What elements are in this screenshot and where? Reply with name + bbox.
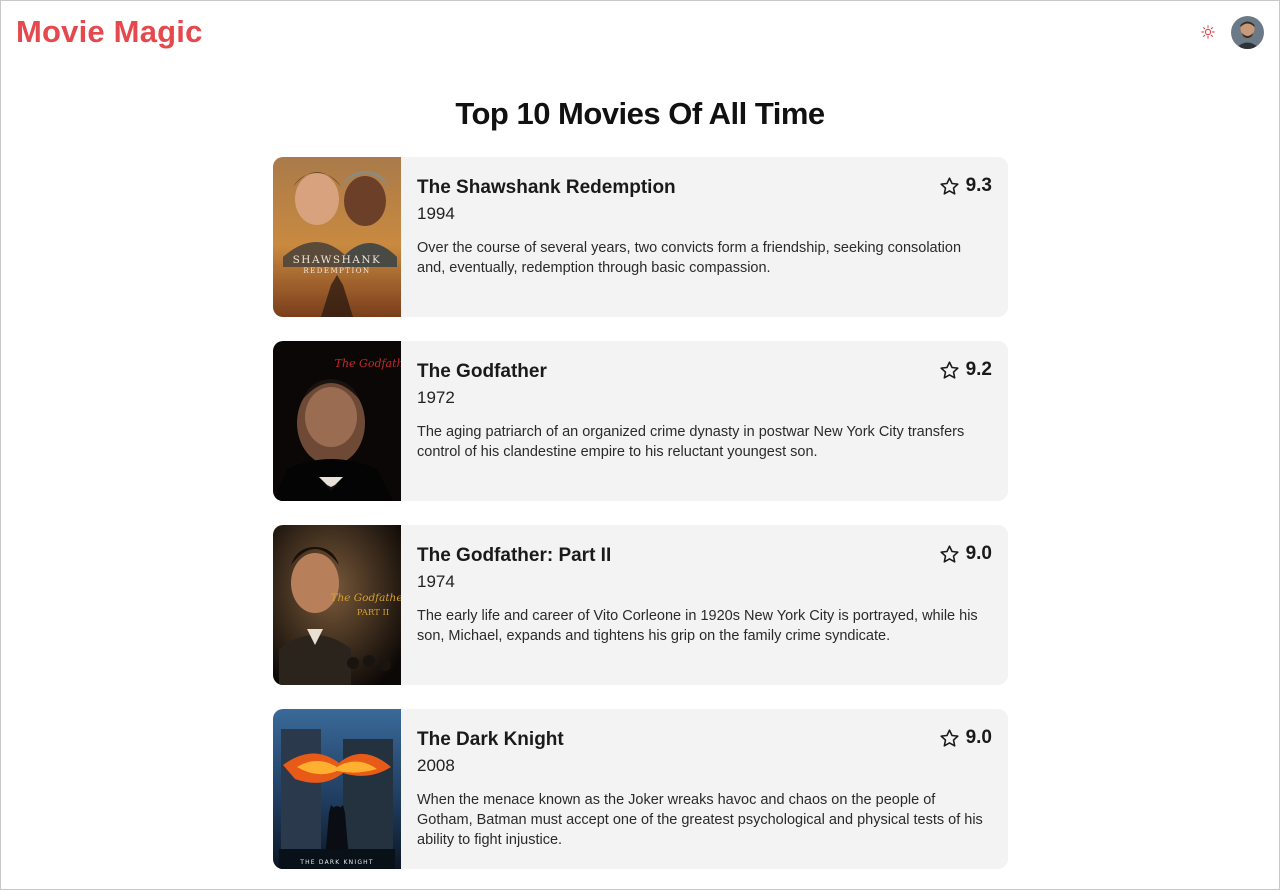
user-avatar[interactable] [1231,16,1264,49]
movie-info: The Godfather 1972 The aging patriarch o… [401,341,1008,501]
movie-rating: 9.2 [939,359,992,381]
movie-poster: THE DARK KNIGHT [273,709,401,869]
movie-card[interactable]: The Godfather PART II The Godfather: Par… [273,525,1008,685]
movie-description: When the menace known as the Joker wreak… [417,792,983,848]
rating-value: 9.2 [965,359,992,380]
movie-year: 2008 [417,756,455,775]
rating-value: 9.0 [965,543,992,564]
movie-poster: SHAWSHANK REDEMPTION [273,157,401,317]
movie-title[interactable]: The Shawshank Redemption [417,177,992,199]
star-icon [939,176,959,195]
poster-subtitle-text: REDEMPTION [303,267,370,275]
rating-value: 9.0 [965,727,992,748]
star-icon [939,360,959,379]
star-icon [939,728,959,747]
movie-title[interactable]: The Godfather [417,361,992,383]
movie-year: 1994 [417,204,455,223]
movie-description: The early life and career of Vito Corleo… [417,608,978,644]
movie-title[interactable]: The Godfather: Part II [417,545,992,567]
movie-rating: 9.0 [939,543,992,565]
movie-poster: The Godfather [273,341,401,501]
movie-year: 1972 [417,388,455,407]
poster-subtitle-text: PART II [357,608,389,618]
movie-rating: 9.0 [939,727,992,749]
movie-card[interactable]: The Godfather The Godfather 1972 The agi… [273,341,1008,501]
page-title: Top 10 Movies Of All Time [455,96,825,131]
rating-value: 9.3 [965,175,992,196]
movie-info: The Shawshank Redemption 1994 Over the c… [401,157,1008,317]
movie-info: The Godfather: Part II 1974 The early li… [401,525,1008,685]
poster-title-text: The Godfather [335,357,401,370]
sun-icon [1201,25,1215,39]
star-icon [939,544,959,563]
movie-poster: The Godfather PART II [273,525,401,685]
app-header: Movie Magic [0,0,1280,66]
movie-title[interactable]: The Dark Knight [417,729,992,751]
avatar-image [1231,16,1264,49]
poster-title-text: The Godfather [330,592,401,604]
movie-rating: 9.3 [939,175,992,197]
movie-description: The aging patriarch of an organized crim… [417,424,965,460]
poster-title-text: SHAWSHANK [293,254,382,266]
movie-card[interactable]: SHAWSHANK REDEMPTION The Shawshank Redem… [273,157,1008,317]
movie-card[interactable]: THE DARK KNIGHT The Dark Knight 2008 Whe… [273,709,1008,869]
movie-info: The Dark Knight 2008 When the menace kno… [401,709,1008,869]
movie-year: 1974 [417,572,455,591]
movie-list: SHAWSHANK REDEMPTION The Shawshank Redem… [273,157,1008,890]
brand-logo[interactable]: Movie Magic [16,14,203,50]
movie-description: Over the course of several years, two co… [417,240,962,276]
theme-toggle-button[interactable] [1198,22,1218,42]
poster-title-text: THE DARK KNIGHT [299,859,374,866]
